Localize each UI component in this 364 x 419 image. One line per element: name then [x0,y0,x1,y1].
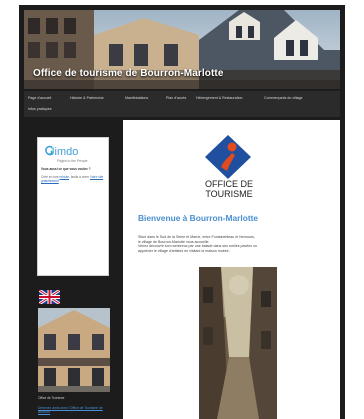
nav-item-plan-acces[interactable]: Plan d'accès [166,96,186,100]
site-title[interactable]: Office de tourisme de Bourron-Marlotte [33,68,223,79]
jimdo-logo[interactable]: Jimdo Pages to the People [44,144,102,166]
page-headline: Bienvenue à Bourron-Marlotte [138,213,259,223]
jimdo-ad-box[interactable]: Jimdo Pages to the People Vous aussi ce … [37,137,109,276]
nav-item-accueil[interactable]: Page d'accueil [28,96,51,100]
main-content: OFFICE DE TOURISME Bienvenue à Bourron-M… [123,120,340,419]
jimdo-question: Vous aussi ce que vous voulez ? [41,167,91,171]
photo-caption: Office de Tourisme [38,396,65,400]
logo-text-line2: TOURISME [205,189,253,199]
office-tourisme-photo[interactable] [38,308,110,392]
nav-item-commercants[interactable]: Commerçants du village [264,96,303,100]
jimdo-logo-word: Jimdo [49,146,79,158]
uk-flag-icon[interactable] [39,290,60,304]
village-street-photo [199,267,277,419]
nav-item-hebergement[interactable]: Hébergement & Restauration [196,96,243,100]
page-frame: Office de tourisme de Bourron-Marlotte P… [19,5,345,419]
jimdo-text: Créé en une minute, facile à créer Votre… [41,175,105,183]
main-navigation: Page d'accueil Histoire & Patrimoine Man… [24,91,340,117]
jimdo-tagline: Pages to the People [57,159,88,163]
nav-item-infos[interactable]: Infos pratiques [28,107,52,111]
intro-paragraph: Situé dans le Sud de la Seine et Marne, … [138,235,326,253]
facebook-friends-link[interactable]: Devenez amis avec l'Office de Tourisme d… [38,406,112,415]
nav-item-histoire[interactable]: Histoire & Patrimoine [70,96,104,100]
logo-text-line1: OFFICE DE [204,179,253,189]
header-banner-image: Office de tourisme de Bourron-Marlotte [24,10,340,89]
jimdo-text-middle: , facile à créer [69,175,90,179]
sidebar: Jimdo Pages to the People Vous aussi ce … [24,120,120,419]
nav-item-manifestations[interactable]: Manifestations [125,96,148,100]
intro-line: apprécier le village d'artistes en visit… [138,248,230,253]
jimdo-link-minute[interactable]: minute [59,175,69,179]
